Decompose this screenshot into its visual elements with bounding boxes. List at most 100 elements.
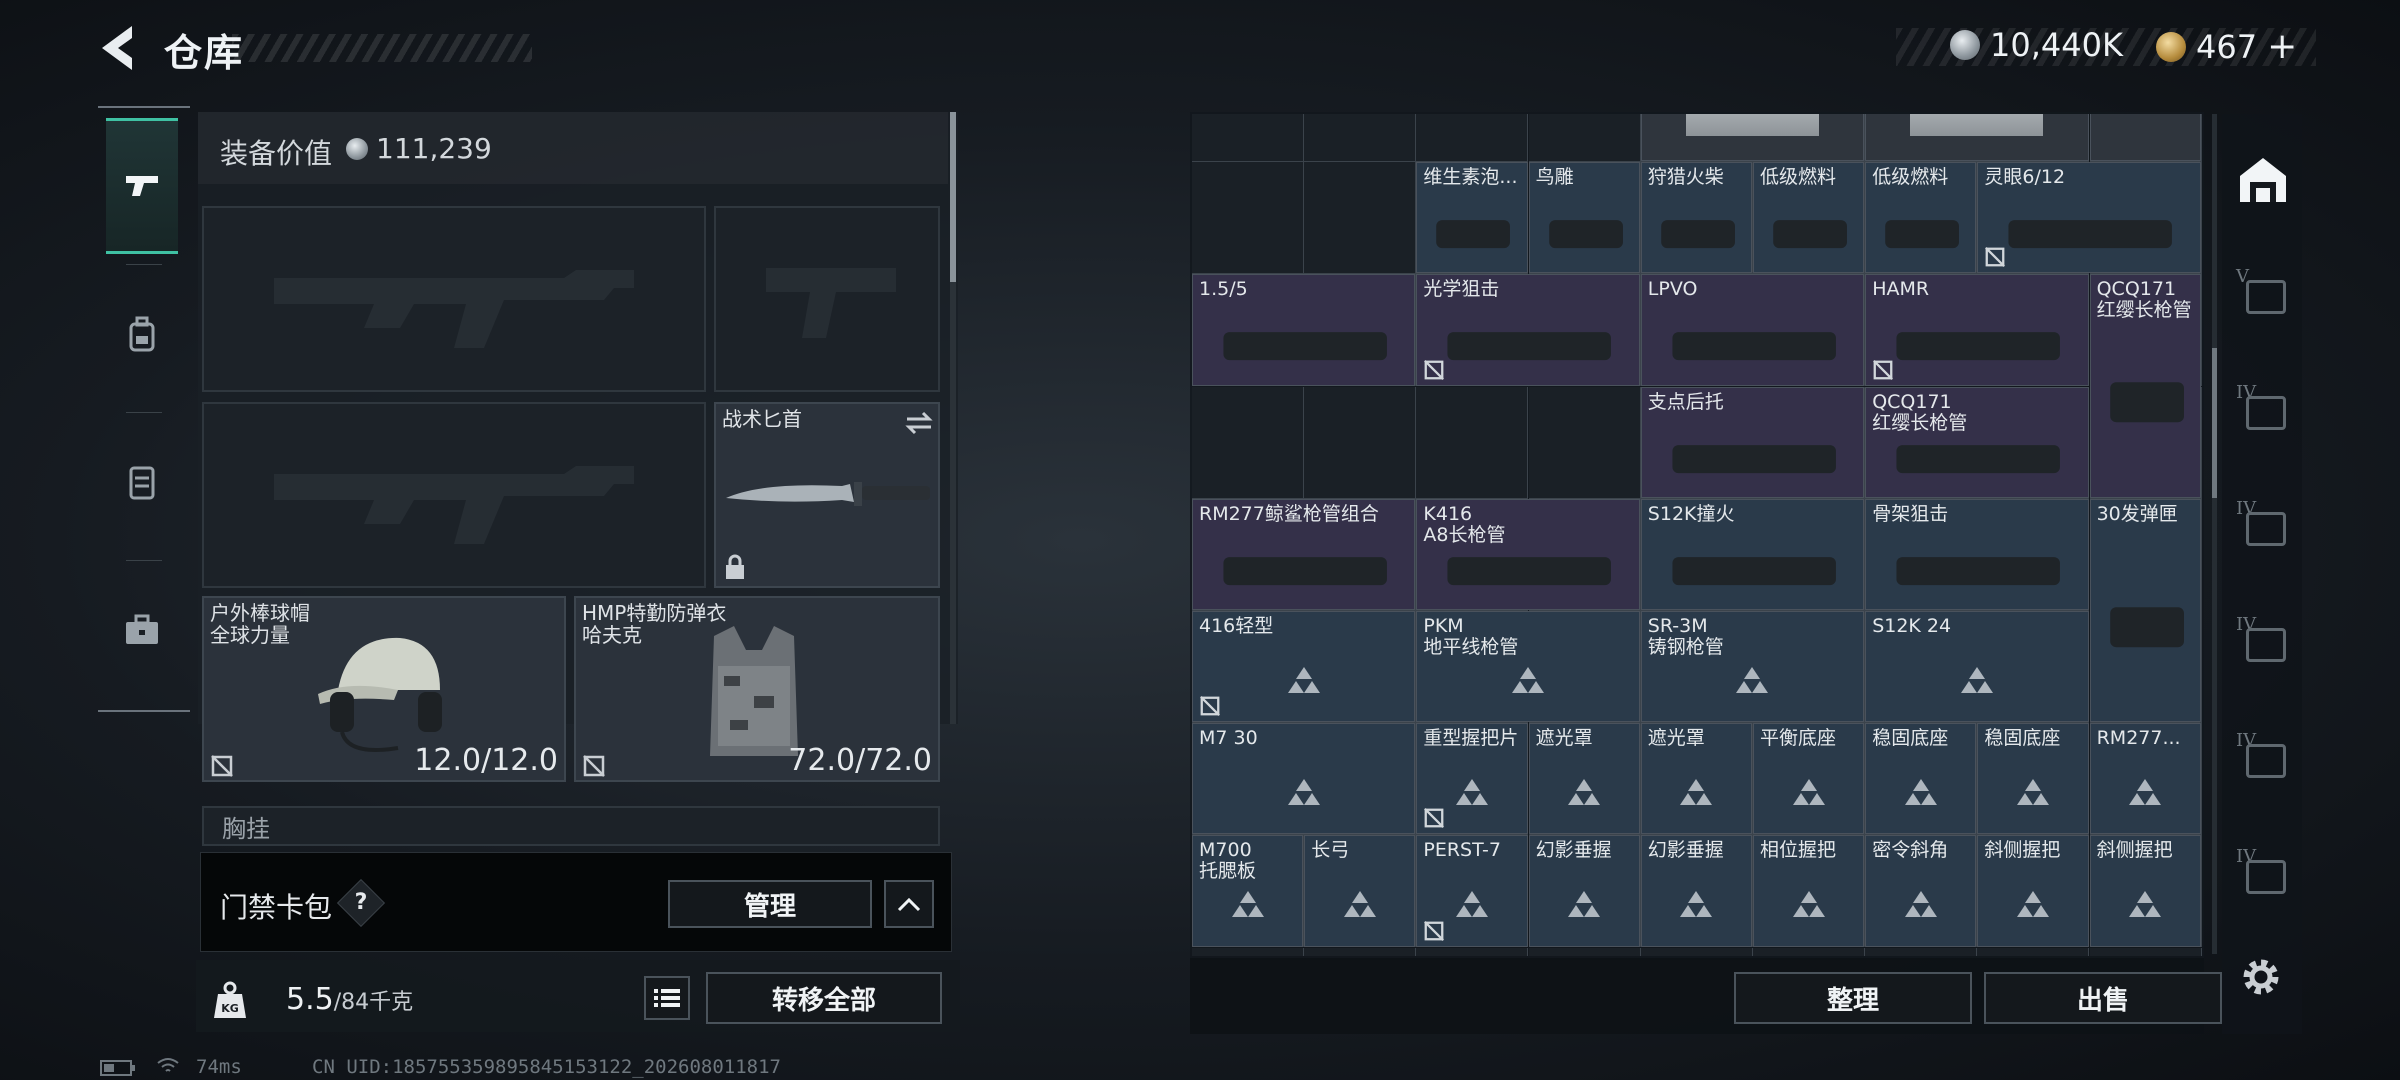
tab-storage-case[interactable]: V	[2234, 266, 2292, 324]
inventory-item[interactable]: 骨架狙击	[1865, 498, 2089, 610]
inventory-item[interactable]: 低级燃料	[1865, 162, 1977, 274]
inventory-item[interactable]: 遮光罩	[1528, 723, 1640, 835]
back-button[interactable]	[96, 22, 144, 74]
inventory-item[interactable]: RM277鲸鲨枪管组合	[1192, 498, 1416, 610]
knife-slot[interactable]: 战术匕首	[714, 402, 940, 588]
inventory-item[interactable]: 30发弹匣	[2089, 498, 2201, 723]
empty-cell[interactable]	[1865, 947, 1978, 956]
tab-storage-case[interactable]: IV	[2234, 498, 2292, 556]
sort-button[interactable]: 整理	[1734, 972, 1972, 1024]
inventory-item[interactable]: M7 30	[1192, 723, 1416, 835]
inventory-item[interactable]: PKM 地平线枪管	[1416, 611, 1640, 723]
inventory-item[interactable]: 416轻型	[1192, 611, 1416, 723]
inventory-item[interactable]: 光学狙击	[1416, 274, 1640, 386]
item-name: QCQ171	[1872, 390, 1952, 413]
inventory-item[interactable]: LPVO	[1640, 274, 1865, 386]
inventory-item[interactable]: 稳固底座	[1977, 723, 2089, 835]
inventory-item[interactable]: QCQ171 红缨长枪管	[2089, 274, 2201, 498]
add-currency-button[interactable]: +	[2267, 26, 2297, 67]
item-name: M7 30	[1199, 727, 1258, 750]
pistol-slot[interactable]	[714, 206, 940, 392]
inventory-item[interactable]: 斜侧握把	[2089, 835, 2201, 947]
inventory-item[interactable]: RM277...	[2089, 723, 2201, 835]
inventory-item[interactable]: SR-3M 铸钢枪管	[1640, 611, 1865, 723]
empty-cell[interactable]	[1192, 947, 1304, 956]
inventory-item[interactable]: 1.5/5	[1192, 274, 1416, 386]
helmet-slot[interactable]: 户外棒球帽 全球力量 12.0/12.0	[202, 596, 566, 782]
tab-chest-rig[interactable]	[106, 414, 178, 550]
settings-button[interactable]	[2236, 952, 2286, 1002]
tab-warehouse-home[interactable]	[2234, 150, 2292, 208]
inventory-item[interactable]	[2089, 114, 2201, 162]
transfer-all-button[interactable]: 转移全部	[706, 972, 942, 1024]
inventory-item[interactable]: QCQ171 红缨长枪管	[1865, 386, 2089, 498]
empty-cell[interactable]	[1192, 162, 1304, 275]
empty-cell[interactable]	[1192, 386, 1304, 499]
empty-cell[interactable]	[1416, 947, 1529, 956]
inventory-item[interactable]: 密令斜角	[1865, 835, 1977, 947]
inventory-item[interactable]: 遮光罩	[1640, 723, 1752, 835]
svg-text:KG: KG	[221, 1002, 239, 1015]
sell-button[interactable]: 出售	[1984, 972, 2222, 1024]
inventory-item[interactable]	[1865, 114, 2089, 162]
empty-cell[interactable]	[1977, 947, 2090, 956]
inventory-item[interactable]: 相位握把	[1753, 835, 1865, 947]
tab-backpack[interactable]	[106, 266, 178, 402]
inventory-item[interactable]: M700 托腮板	[1192, 835, 1304, 947]
empty-cell[interactable]	[1528, 947, 1641, 956]
primary-weapon-slot[interactable]	[202, 206, 706, 392]
warehouse-scrollbar-thumb[interactable]	[2212, 348, 2217, 498]
equipment-scrollbar-thumb[interactable]	[950, 112, 956, 282]
tab-storage-case[interactable]: IV	[2234, 614, 2292, 672]
tab-storage-case[interactable]: IV	[2234, 382, 2292, 440]
empty-cell[interactable]	[1304, 162, 1417, 275]
empty-cell[interactable]	[1304, 114, 1417, 162]
inventory-item[interactable]: 重型握把片	[1416, 723, 1528, 835]
empty-cell[interactable]	[1753, 947, 1865, 956]
inventory-item[interactable]: PERST-7	[1416, 835, 1528, 947]
inventory-item[interactable]: 平衡底座	[1753, 723, 1865, 835]
inventory-item[interactable]: 低级燃料	[1753, 162, 1865, 274]
inventory-item[interactable]: 鸟雕	[1528, 162, 1640, 274]
inventory-item[interactable]: S12K撞火	[1640, 498, 1865, 610]
manage-button[interactable]: 管理	[668, 880, 872, 928]
inventory-item[interactable]: 维生素泡...	[1416, 162, 1528, 274]
inventory-item[interactable]: 支点后托	[1640, 386, 1865, 498]
no-insurance-icon	[583, 755, 605, 777]
gold-balance: 467 +	[2156, 26, 2297, 67]
empty-cell[interactable]	[1528, 386, 1641, 499]
empty-cell[interactable]	[1416, 386, 1529, 499]
inventory-item[interactable]: 狩猎火柴	[1640, 162, 1752, 274]
armor-vest-slot[interactable]: HMP特勤防弹衣 哈夫克 72.0/72.0	[574, 596, 940, 782]
tab-weapons[interactable]	[106, 118, 178, 254]
warehouse-scrollbar[interactable]	[2212, 114, 2217, 954]
chest-rig-slot[interactable]: 胸挂	[202, 806, 940, 846]
coin-balance-value: 10,440K	[1990, 26, 2123, 64]
inventory-item[interactable]: HAMR	[1865, 274, 2089, 386]
inventory-item[interactable]: S12K 24	[1865, 611, 2089, 723]
inventory-item[interactable]: 幻影垂握	[1528, 835, 1640, 947]
empty-cell[interactable]	[1416, 114, 1529, 162]
empty-cell[interactable]	[1304, 947, 1417, 956]
inventory-item[interactable]: 幻影垂握	[1640, 835, 1752, 947]
tab-briefcase[interactable]	[106, 562, 178, 698]
empty-cell[interactable]	[1640, 947, 1753, 956]
inventory-item[interactable]: K416 A8长枪管	[1416, 498, 1640, 610]
empty-cell[interactable]	[2089, 947, 2202, 956]
secondary-weapon-slot[interactable]	[202, 402, 706, 588]
inventory-item[interactable]: 长弓	[1304, 835, 1416, 947]
inventory-item[interactable]: 斜侧握把	[1977, 835, 2089, 947]
inventory-item[interactable]: 灵眼6/12	[1977, 162, 2201, 274]
inventory-item[interactable]	[1640, 114, 1865, 162]
list-view-button[interactable]	[644, 976, 690, 1020]
empty-cell[interactable]	[1528, 114, 1641, 162]
case-icon	[2246, 628, 2286, 662]
tab-storage-case[interactable]: IV	[2234, 846, 2292, 904]
swap-icon[interactable]	[904, 410, 934, 436]
collapse-button[interactable]	[884, 880, 934, 928]
empty-cell[interactable]	[1304, 386, 1417, 499]
inventory-item[interactable]: 稳固底座	[1865, 723, 1977, 835]
keycard-case-label: 门禁卡包	[220, 891, 333, 924]
empty-cell[interactable]	[1192, 114, 1304, 162]
tab-storage-case[interactable]: IV	[2234, 730, 2292, 788]
